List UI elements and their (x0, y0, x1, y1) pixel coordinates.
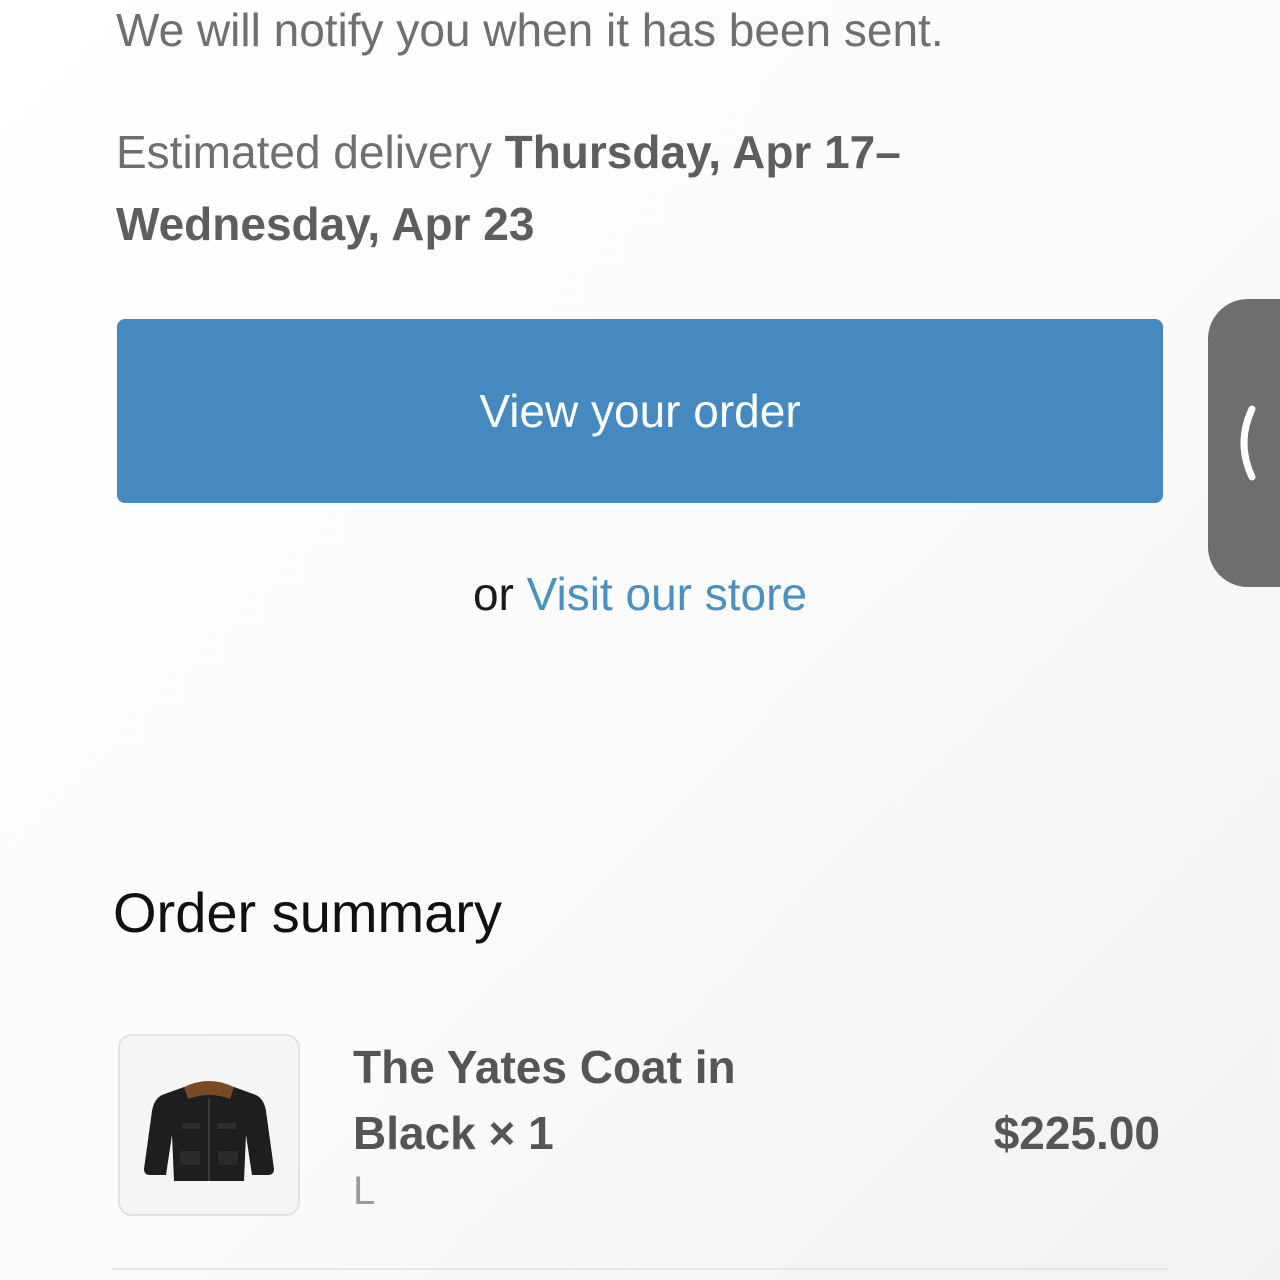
delivery-label: Estimated delivery (116, 126, 505, 178)
summary-divider (112, 1268, 1168, 1270)
visit-store-line: or Visit our store (0, 566, 1280, 622)
product-variant: L (353, 1169, 376, 1213)
product-image (118, 1034, 300, 1216)
side-drawer-tab[interactable] (1208, 299, 1280, 587)
estimated-delivery: Estimated delivery Thursday, Apr 17–Wedn… (116, 116, 996, 260)
product-price: $225.00 (993, 1107, 1160, 1159)
view-order-label: View your order (479, 385, 801, 437)
view-order-button[interactable]: View your order (117, 319, 1163, 503)
visit-store-link[interactable]: Visit our store (527, 568, 807, 620)
or-text: or (472, 568, 527, 620)
product-name: The Yates Coat in Black × 1 (353, 1041, 736, 1159)
chevron-left-icon (1240, 405, 1256, 481)
coat-icon (144, 1081, 274, 1181)
notify-message: We will notify you when it has been sent… (116, 4, 944, 56)
order-summary-title: Order summary (113, 881, 502, 944)
